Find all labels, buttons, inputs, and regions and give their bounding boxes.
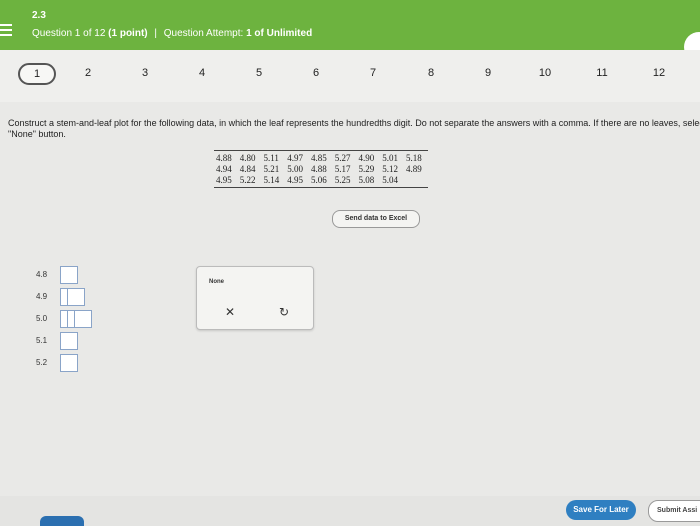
table-cell: 4.89 xyxy=(406,164,422,174)
table-cell: 5.17 xyxy=(334,164,351,174)
question-nav-6[interactable]: 6 xyxy=(303,63,329,83)
stem-row: 4.8 xyxy=(36,266,116,288)
table-cell: 5.04 xyxy=(380,175,404,188)
table-cell: 5.27 xyxy=(332,150,357,164)
save-for-later-button[interactable]: Save For Later xyxy=(566,500,636,520)
table-cell: 4.95 xyxy=(285,175,309,188)
help-tab[interactable] xyxy=(40,516,84,526)
stem-row: 5.0 xyxy=(36,310,116,332)
question-nav-10[interactable]: 10 xyxy=(532,63,558,83)
table-cell: 5.14 xyxy=(261,175,286,188)
table-cell: 5.11 xyxy=(261,150,286,164)
leaf-input[interactable] xyxy=(60,354,78,372)
section-number: 2.3 xyxy=(32,10,46,21)
header-bar xyxy=(0,0,700,50)
leaf-input[interactable] xyxy=(67,288,85,306)
question-points: (1 point) xyxy=(108,28,148,39)
table-cell: 4.94 xyxy=(216,164,232,174)
table-row: 4.95 5.22 5.14 4.95 5.06 5.25 5.08 5.04 xyxy=(214,175,428,188)
table-cell: 5.01 xyxy=(380,150,404,164)
table-cell: 5.06 xyxy=(309,175,333,188)
question-nav-5[interactable]: 5 xyxy=(246,63,272,83)
undo-icon[interactable]: ↻ xyxy=(279,305,289,319)
leaf-input[interactable] xyxy=(60,266,78,284)
stem-row: 5.2 xyxy=(36,354,116,376)
attempt-value: 1 of Unlimited xyxy=(246,28,313,39)
table-cell: 5.08 xyxy=(356,175,381,188)
question-instructions: Construct a stem-and-leaf plot for the f… xyxy=(8,118,700,139)
question-nav-11[interactable]: 11 xyxy=(589,63,615,83)
table-cell: 4.97 xyxy=(285,150,309,164)
question-nav-12[interactable]: 12 xyxy=(646,63,672,83)
question-nav-3[interactable]: 3 xyxy=(132,63,158,83)
table-cell: 4.88 xyxy=(214,150,238,164)
leaf-input[interactable] xyxy=(60,332,78,350)
stem-label: 5.0 xyxy=(36,314,48,323)
table-cell xyxy=(404,175,428,188)
close-icon[interactable]: ✕ xyxy=(225,305,235,319)
leaf-input[interactable] xyxy=(74,310,92,328)
stem-label: 4.8 xyxy=(36,270,48,279)
send-to-excel-button[interactable]: Send data to Excel xyxy=(332,210,420,228)
table-cell: 5.21 xyxy=(263,164,280,174)
answer-toolbox: None ✕ ↻ xyxy=(196,266,314,330)
table-cell: 5.18 xyxy=(404,150,428,164)
table-cell: 4.88 xyxy=(311,164,327,174)
question-nav-4[interactable]: 4 xyxy=(189,63,215,83)
table-cell: 4.80 xyxy=(237,150,262,164)
table-cell: 5.22 xyxy=(237,175,262,188)
stem-label: 5.1 xyxy=(36,336,48,345)
question-status: Question 1 of 12 (1 point) | Question At… xyxy=(32,28,312,39)
table-cell: 4.85 xyxy=(309,150,333,164)
question-nav-2[interactable]: 2 xyxy=(75,63,101,83)
table-cell: 4.90 xyxy=(356,150,381,164)
table-cell: 5.00 xyxy=(287,164,303,174)
table-cell: 4.95 xyxy=(214,175,238,188)
data-table: 4.88 4.80 5.11 4.97 4.85 5.27 4.90 5.01 5.18 4.94… xyxy=(214,150,428,188)
table-cell: 5.29 xyxy=(358,164,375,174)
question-counter: Question 1 of 12 xyxy=(32,28,106,39)
table-cell: 5.12 xyxy=(382,164,398,174)
none-button[interactable]: None xyxy=(209,279,224,285)
stem-row: 4.9 xyxy=(36,288,116,310)
question-nav-7[interactable]: 7 xyxy=(360,63,386,83)
stem-label: 5.2 xyxy=(36,358,48,367)
table-cell: 5.25 xyxy=(332,175,357,188)
attempt-label: Question Attempt: xyxy=(163,28,244,39)
menu-icon[interactable] xyxy=(0,24,12,39)
submit-assignment-button[interactable]: Submit Assi xyxy=(648,500,700,522)
divider: | xyxy=(154,28,157,39)
stem-row: 5.1 xyxy=(36,332,116,354)
question-nav-8[interactable]: 8 xyxy=(418,63,444,83)
table-cell: 4.84 xyxy=(239,164,256,174)
question-nav-9[interactable]: 9 xyxy=(475,63,501,83)
stem-label: 4.9 xyxy=(36,292,48,301)
question-nav-1[interactable]: 1 xyxy=(18,63,56,85)
table-row: 4.94 4.84 5.21 5.00 4.88 5.17 5.29 5.12 4.89 xyxy=(214,164,428,175)
table-row: 4.88 4.80 5.11 4.97 4.85 5.27 4.90 5.01 5.18 xyxy=(214,150,428,164)
